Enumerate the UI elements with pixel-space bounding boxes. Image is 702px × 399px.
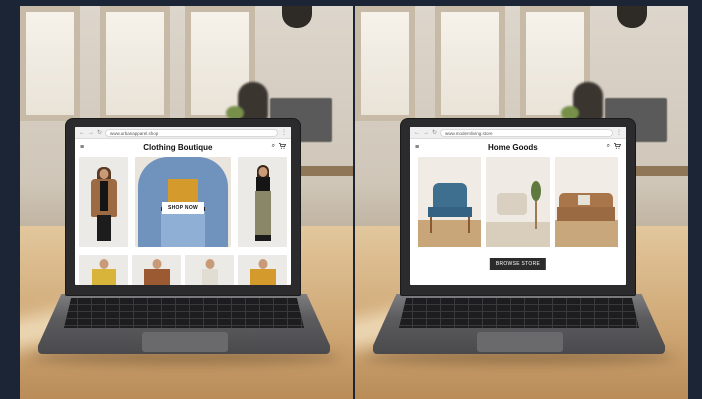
- laptop-lid: ← → ↻ www.urbanapparel.shop ⋮ ≡ Clothing…: [65, 118, 301, 296]
- product-tile: [238, 157, 287, 247]
- armchair-product-tile: [418, 157, 482, 247]
- menu-icon: ≡: [415, 143, 420, 151]
- browser-toolbar: ← → ↻ www.urbanapparel.shop ⋮: [75, 127, 291, 139]
- featured-product-tile: SHOP NOW: [135, 157, 231, 247]
- laptop-keyboard: [399, 298, 639, 328]
- cart-icon: [278, 143, 286, 151]
- composite-image: ← → ↻ www.urbanapparel.shop ⋮ ≡ Clothing…: [0, 0, 702, 399]
- site-header: ≡ Clothing Boutique ⌕: [75, 139, 291, 155]
- product-row: [79, 255, 287, 285]
- sofa-product-tile: [554, 157, 618, 247]
- laptop-keyboard: [64, 298, 304, 328]
- more-icon: ⋮: [616, 129, 622, 136]
- more-icon: ⋮: [281, 129, 287, 136]
- url-field: www.modernliving.store: [440, 128, 613, 137]
- laptop-lid: ← → ↻ www.modernliving.store ⋮ ≡ Home Go…: [400, 118, 636, 296]
- product-tile: [79, 157, 128, 247]
- clothing-photo-panel: ← → ↻ www.urbanapparel.shop ⋮ ≡ Clothing…: [20, 6, 353, 399]
- laptop-screen: ← → ↻ www.modernliving.store ⋮ ≡ Home Go…: [410, 127, 626, 285]
- product-tile: [79, 255, 128, 285]
- laptop-trackpad: [142, 332, 228, 352]
- window: [355, 6, 415, 121]
- site-title: Home Goods: [487, 142, 538, 152]
- home-goods-photo-panel: ← → ↻ www.modernliving.store ⋮ ≡ Home Go…: [355, 6, 688, 399]
- reload-icon: ↻: [432, 129, 438, 136]
- site-header: ≡ Home Goods ⌕: [410, 139, 626, 155]
- search-icon: ⌕: [606, 143, 610, 149]
- product-tile: [132, 255, 181, 285]
- window: [20, 6, 80, 121]
- back-icon: ←: [79, 129, 85, 136]
- back-icon: ←: [414, 129, 420, 136]
- product-grid: SHOP NOW: [79, 157, 287, 247]
- search-icon: ⌕: [271, 143, 275, 149]
- window: [435, 6, 505, 121]
- product-grid: [418, 157, 618, 247]
- forward-icon: →: [88, 129, 94, 136]
- product-tile: [185, 255, 234, 285]
- laptop-screen: ← → ↻ www.urbanapparel.shop ⋮ ≡ Clothing…: [75, 127, 291, 285]
- browse-store-button[interactable]: BROWSE STORE: [489, 258, 547, 270]
- browser-toolbar: ← → ↻ www.modernliving.store ⋮: [410, 127, 626, 139]
- forward-icon: →: [423, 129, 429, 136]
- window: [100, 6, 170, 121]
- url-field: www.urbanapparel.shop: [105, 128, 278, 137]
- chair-product-tile: [486, 157, 550, 247]
- shop-now-button[interactable]: SHOP NOW: [161, 202, 205, 214]
- cart-icon: [614, 143, 621, 151]
- menu-icon: ≡: [80, 143, 85, 151]
- reload-icon: ↻: [97, 129, 103, 136]
- laptop-trackpad: [477, 332, 563, 352]
- site-title: Clothing Boutique: [143, 142, 213, 152]
- product-tile: [238, 255, 287, 285]
